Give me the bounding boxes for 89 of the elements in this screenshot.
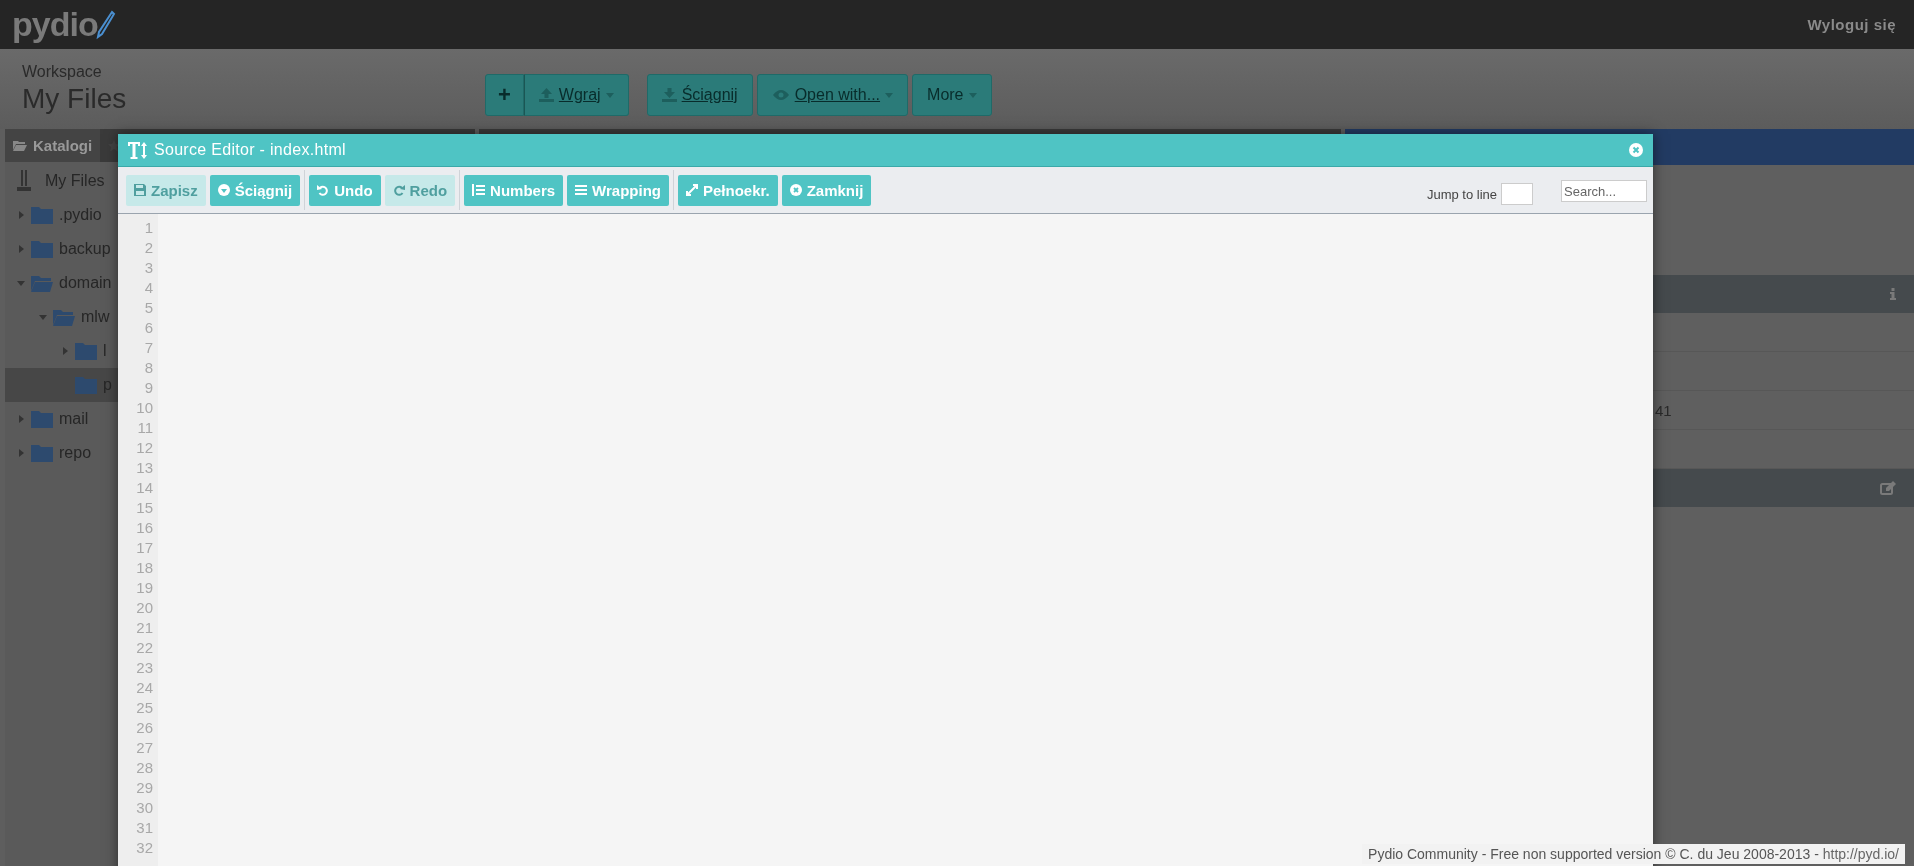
line-number: 32 bbox=[135, 838, 154, 858]
add-button[interactable]: + bbox=[485, 74, 524, 116]
expand-icon bbox=[685, 184, 698, 196]
toolbar-button[interactable]: More bbox=[912, 74, 992, 116]
toolbar-button[interactable]: Ściągnij bbox=[646, 74, 753, 116]
collapse-arrow-icon[interactable] bbox=[39, 313, 47, 321]
editor-button[interactable]: Numbers bbox=[464, 174, 564, 206]
line-number: 18 bbox=[135, 558, 154, 578]
folder-icon bbox=[31, 240, 53, 258]
folders-tab[interactable]: Katalogi bbox=[5, 129, 101, 162]
close-icon bbox=[789, 184, 802, 196]
edit-icon bbox=[1880, 481, 1896, 495]
line-number: 14 bbox=[135, 478, 154, 498]
jump-to-line-field[interactable] bbox=[1501, 183, 1533, 205]
line-number: 31 bbox=[135, 818, 154, 838]
editor-button[interactable]: Zamknij bbox=[781, 174, 872, 206]
expand-arrow-icon[interactable] bbox=[17, 415, 25, 423]
editor-button[interactable]: Ściągnij bbox=[209, 174, 301, 206]
toolbar-button[interactable]: Wgraj bbox=[523, 74, 629, 116]
eye-icon bbox=[771, 89, 790, 101]
line-number: 13 bbox=[135, 458, 154, 478]
close-icon[interactable] bbox=[1629, 143, 1643, 157]
logo: pydio bbox=[12, 5, 98, 44]
line-number: 2 bbox=[143, 238, 154, 258]
line-number: 22 bbox=[135, 638, 154, 658]
caret-icon bbox=[605, 92, 614, 98]
upload-icon bbox=[538, 88, 554, 102]
caret-icon bbox=[968, 92, 977, 98]
caret-icon bbox=[885, 92, 894, 98]
text-editor-icon bbox=[128, 141, 148, 159]
download-icon bbox=[661, 88, 677, 102]
editor-button[interactable]: Pełnoekr. bbox=[677, 174, 778, 206]
save-icon bbox=[134, 184, 146, 196]
workspace-label: Workspace bbox=[22, 63, 103, 81]
redo-icon bbox=[392, 184, 405, 196]
editor-button[interactable]: Wrapping bbox=[567, 174, 669, 206]
line-number: 9 bbox=[143, 378, 154, 398]
download-icon bbox=[217, 184, 230, 196]
line-number: 1 bbox=[143, 218, 154, 238]
line-number: 26 bbox=[135, 718, 154, 738]
drive-icon bbox=[17, 170, 31, 192]
line-number: 20 bbox=[135, 598, 154, 618]
line-number: 25 bbox=[135, 698, 154, 718]
search-field[interactable]: Search... bbox=[1561, 180, 1647, 202]
folder-icon bbox=[31, 274, 53, 292]
collapse-arrow-icon[interactable] bbox=[17, 279, 25, 287]
expand-arrow-icon[interactable] bbox=[61, 347, 69, 355]
jump-label: Jump to line bbox=[1426, 186, 1497, 202]
expand-arrow-icon[interactable] bbox=[17, 211, 25, 219]
line-number: 28 bbox=[135, 758, 154, 778]
folder-icon bbox=[53, 308, 75, 326]
line-number: 21 bbox=[135, 618, 154, 638]
folder-icon bbox=[31, 410, 53, 428]
line-number: 12 bbox=[135, 438, 154, 458]
line-number: 23 bbox=[135, 658, 154, 678]
logout-link[interactable]: Wyloguj się bbox=[1807, 16, 1896, 33]
line-number: 4 bbox=[143, 278, 154, 298]
folder-open-icon bbox=[13, 140, 27, 151]
editor-button[interactable]: Undo bbox=[309, 174, 381, 206]
line-number: 16 bbox=[135, 518, 154, 538]
line-number: 24 bbox=[135, 678, 154, 698]
expand-arrow-icon[interactable] bbox=[17, 449, 25, 457]
expand-arrow-icon[interactable] bbox=[17, 245, 25, 253]
line-number: 6 bbox=[143, 318, 154, 338]
star-icon[interactable] bbox=[108, 139, 121, 152]
info-icon bbox=[1890, 288, 1896, 300]
numbered-list-icon bbox=[472, 184, 486, 196]
folder-icon bbox=[75, 376, 97, 394]
lines-icon bbox=[575, 185, 588, 195]
line-number: 10 bbox=[135, 398, 154, 418]
folder-icon bbox=[31, 206, 53, 224]
line-number: 15 bbox=[135, 498, 154, 518]
undo-icon bbox=[317, 184, 330, 196]
website-link[interactable]: http://pyd.io/ bbox=[1822, 846, 1899, 862]
line-number: 7 bbox=[143, 338, 154, 358]
folder-icon bbox=[31, 444, 53, 462]
dialog-title: Source Editor - index.html bbox=[154, 141, 346, 159]
line-number: 11 bbox=[136, 418, 154, 438]
line-number: 19 bbox=[135, 578, 154, 598]
line-number: 17 bbox=[135, 538, 154, 558]
line-number: 27 bbox=[135, 738, 154, 758]
folder-icon bbox=[75, 342, 97, 360]
workspace-title: My Files bbox=[22, 83, 128, 115]
line-number: 3 bbox=[143, 258, 154, 278]
toolbar-button[interactable]: Open with... bbox=[756, 74, 909, 116]
line-number: 5 bbox=[143, 298, 154, 318]
line-number: 8 bbox=[143, 358, 154, 378]
line-number: 29 bbox=[135, 778, 154, 798]
line-number: 30 bbox=[135, 798, 154, 818]
